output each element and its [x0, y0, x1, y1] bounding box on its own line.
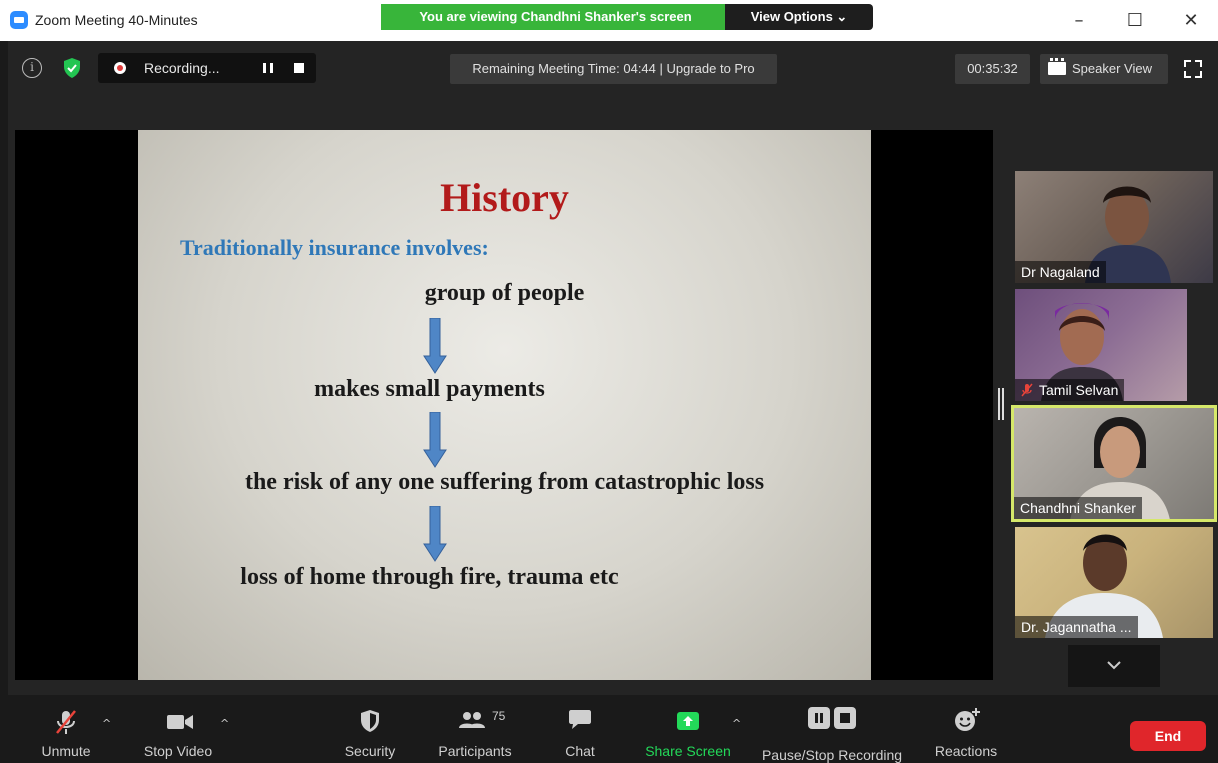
security-shield-icon [361, 710, 379, 732]
stop-recording-icon[interactable] [294, 63, 304, 73]
fullscreen-icon[interactable] [1183, 59, 1203, 79]
slide-step-3: the risk of any one suffering from catas… [244, 469, 765, 495]
reactions-button[interactable]: Reactions [926, 695, 1006, 763]
slide-step-4: loss of home through fire, trauma etc [240, 564, 619, 590]
reactions-smiley-icon [955, 708, 980, 731]
presentation-slide: History Traditionally insurance involves… [138, 130, 871, 680]
speaker-view-button[interactable]: Speaker View [1040, 54, 1168, 84]
unmute-label: Unmute [41, 743, 91, 759]
pause-stop-recording-button[interactable]: Pause/Stop Recording [756, 695, 908, 763]
security-label: Security [344, 743, 396, 759]
participant-name: Dr Nagaland [1015, 261, 1106, 283]
down-arrow-icon [423, 318, 447, 374]
share-screen-button[interactable]: Share Screen [640, 695, 736, 763]
slide-step-2: makes small payments [314, 376, 545, 402]
remaining-time-banner[interactable]: Remaining Meeting Time: 04:44 | Upgrade … [450, 54, 777, 84]
share-screen-label: Share Screen [645, 743, 731, 759]
share-options-caret[interactable]: ^ [732, 717, 742, 730]
muted-mic-icon [1021, 383, 1033, 397]
unmute-button[interactable]: Unmute [26, 695, 106, 763]
participants-scroll-down-button[interactable] [1068, 645, 1160, 687]
panel-resize-handle[interactable] [998, 388, 1004, 420]
pause-recording-icon[interactable] [263, 63, 273, 73]
slide-title: History [440, 175, 569, 220]
chat-button[interactable]: Chat [550, 695, 610, 763]
reactions-label: Reactions [934, 743, 998, 759]
end-meeting-button[interactable]: End [1130, 721, 1206, 751]
title-bar: Zoom Meeting 40-Minutes You are viewing … [0, 0, 1218, 41]
participant-tile[interactable]: Dr Nagaland [1015, 171, 1213, 283]
participant-tile[interactable]: Tamil Selvan [1015, 289, 1187, 401]
muted-mic-icon [56, 710, 76, 734]
chat-label: Chat [565, 743, 595, 759]
maximize-button[interactable]: ☐ [1120, 9, 1150, 33]
video-options-caret[interactable]: ^ [220, 717, 230, 730]
participants-icon [459, 712, 485, 728]
down-arrow-icon [423, 506, 447, 562]
security-button[interactable]: Security [330, 695, 410, 763]
down-arrow-icon [423, 412, 447, 468]
viewing-screen-banner: You are viewing Chandhni Shanker's scree… [381, 4, 730, 30]
pause-stop-recording-label: Pause/Stop Recording [761, 747, 903, 763]
slide-subtitle: Traditionally insurance involves: [180, 235, 489, 260]
close-button[interactable]: ✕ [1176, 9, 1206, 33]
speaker-view-label: Speaker View [1072, 61, 1152, 76]
encryption-shield-icon[interactable] [62, 57, 82, 79]
participant-tile-active[interactable]: Chandhni Shanker [1011, 405, 1217, 522]
slide-step-1: group of people [424, 280, 585, 306]
meeting-info-icon[interactable]: i [22, 58, 42, 78]
participant-name: Dr. Jagannatha ... [1015, 616, 1138, 638]
window-title: Zoom Meeting 40-Minutes [35, 12, 198, 28]
stop-video-button[interactable]: Stop Video [136, 695, 220, 763]
recording-dot-icon [114, 62, 126, 74]
speaker-view-icon [1048, 58, 1066, 75]
participants-count: 75 [492, 709, 506, 723]
minimize-button[interactable]: – [1064, 9, 1094, 33]
zoom-app-icon [10, 11, 28, 29]
meeting-timer: 00:35:32 [955, 54, 1030, 84]
participant-tile[interactable]: Dr. Jagannatha ... [1015, 527, 1213, 638]
audio-options-caret[interactable]: ^ [102, 717, 112, 730]
recording-indicator: Recording... [98, 53, 316, 83]
recording-label: Recording... [144, 60, 220, 76]
pause-stop-recording-icon [808, 707, 856, 729]
meeting-toolbar: Unmute ^ Stop Video ^ Security 75 Partic… [8, 695, 1218, 763]
chevron-down-icon [1107, 661, 1121, 670]
share-screen-icon [677, 712, 699, 730]
participant-name: Chandhni Shanker [1014, 497, 1142, 519]
participants-button[interactable]: 75 Participants [430, 695, 520, 763]
chat-bubble-icon [569, 710, 591, 729]
view-options-button[interactable]: View Options ⌄ [725, 4, 873, 30]
stop-video-label: Stop Video [143, 743, 213, 759]
video-camera-icon [167, 715, 193, 729]
participants-label: Participants [438, 743, 512, 759]
